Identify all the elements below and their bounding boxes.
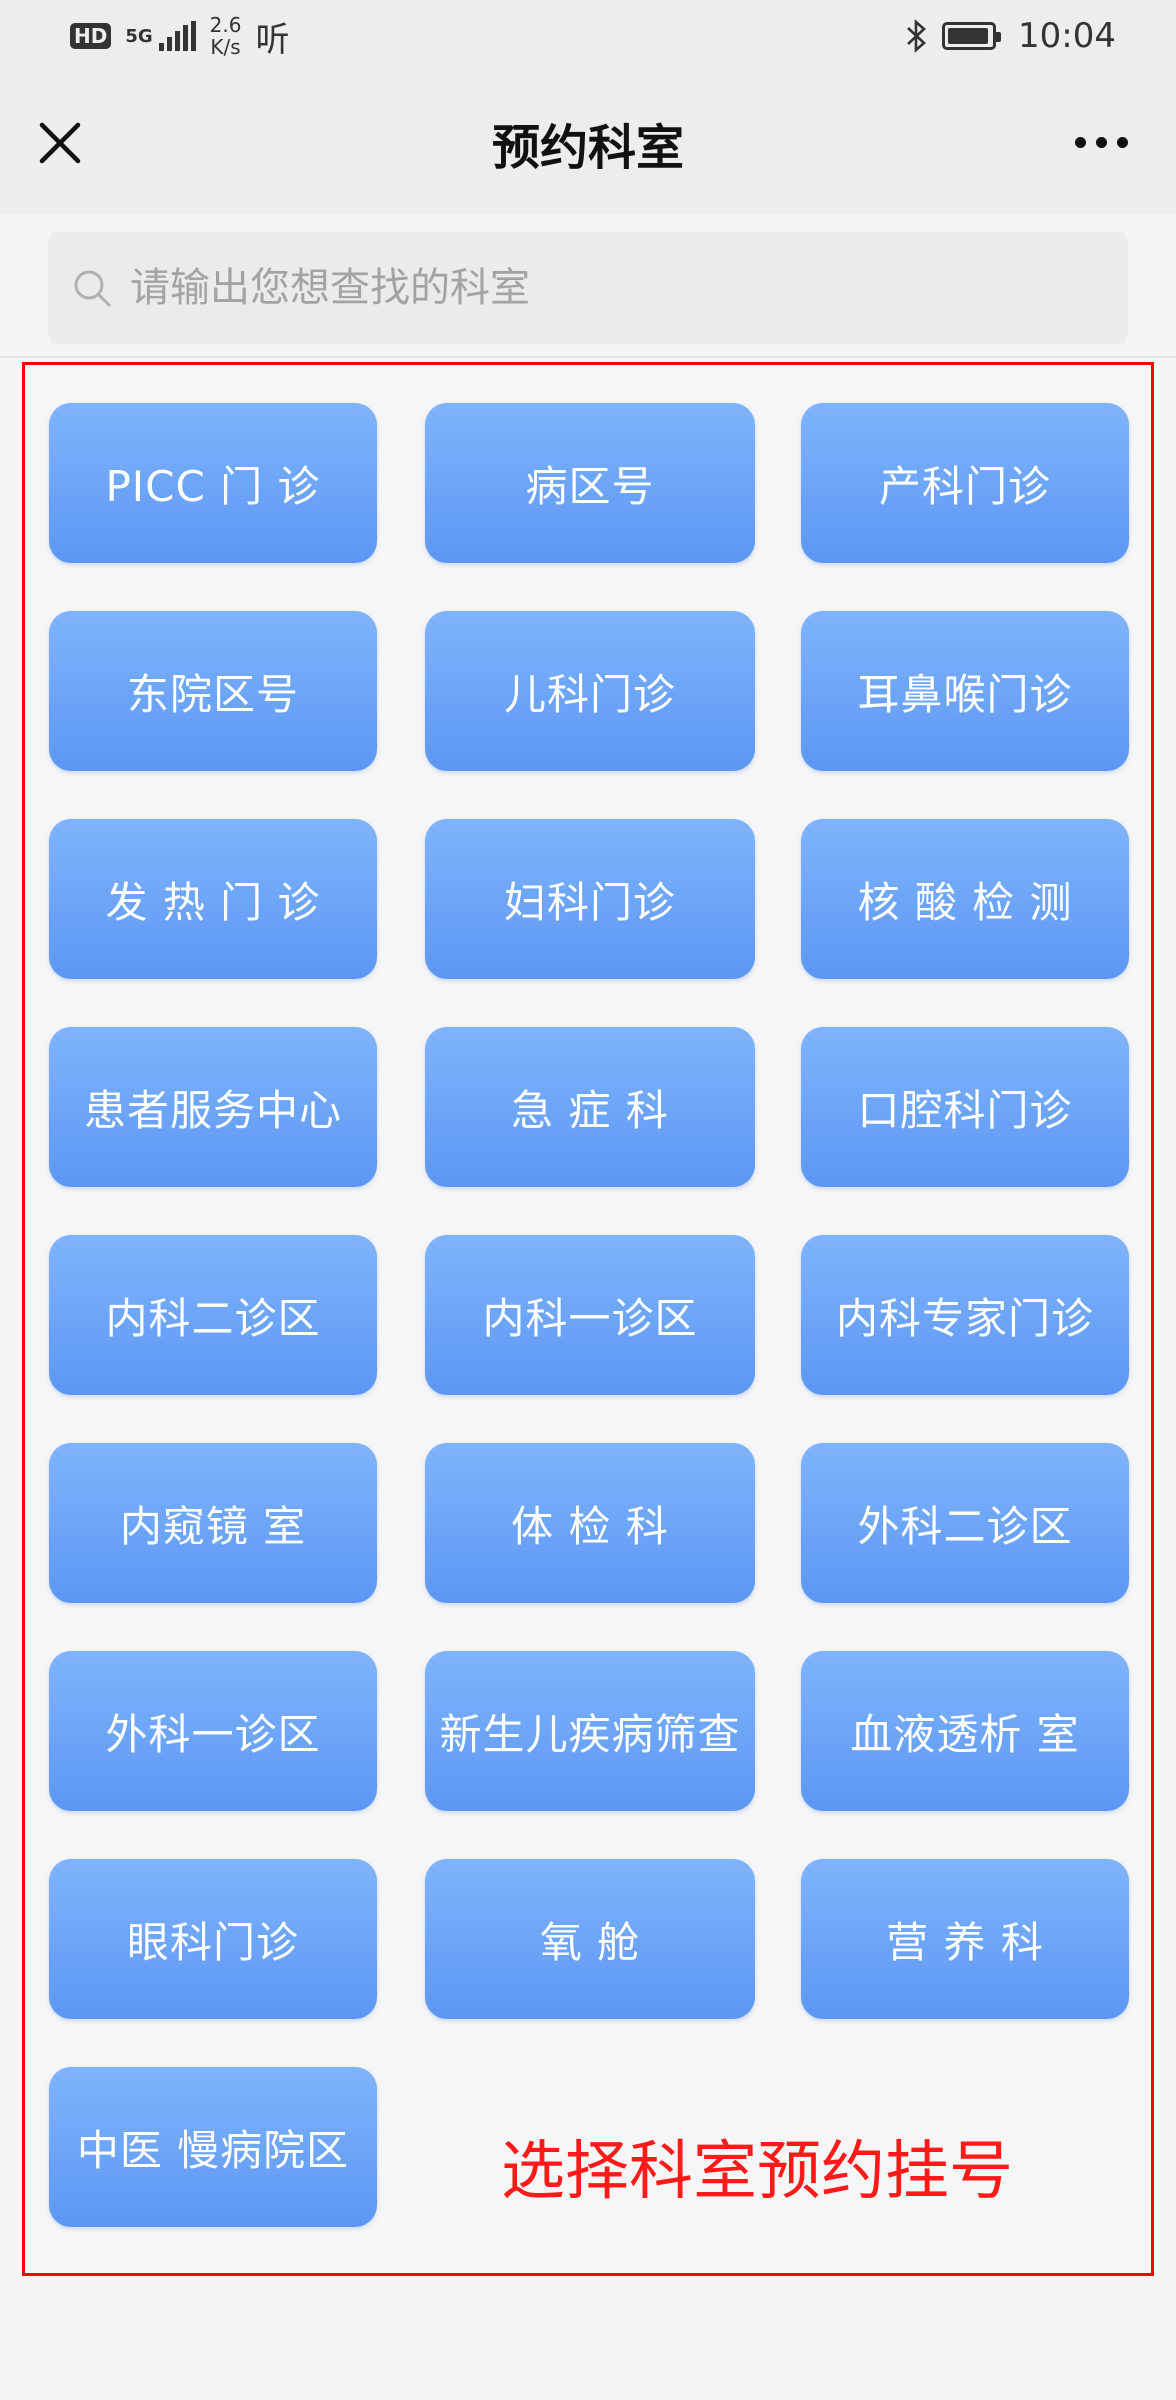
department-button[interactable]: 东院区号 xyxy=(49,611,377,771)
more-dot-icon xyxy=(1116,136,1128,148)
status-bar: HD 5G 2.6 K/s 听 10:04 xyxy=(0,0,1176,72)
department-button[interactable]: 核 酸 检 测 xyxy=(801,819,1129,979)
battery-icon xyxy=(942,22,1002,50)
status-time: 10:04 xyxy=(1018,16,1116,56)
network-type: 5G xyxy=(125,25,153,47)
department-button[interactable]: 眼科门诊 xyxy=(49,1859,377,2019)
department-button[interactable]: 外科二诊区 xyxy=(801,1443,1129,1603)
department-button[interactable]: 妇科门诊 xyxy=(425,819,755,979)
more-button[interactable] xyxy=(1066,112,1136,172)
nav-bar: 预约科室 xyxy=(0,72,1176,214)
page-title: 预约科室 xyxy=(491,120,684,176)
department-button[interactable]: PICC 门 诊 xyxy=(49,403,377,563)
department-button[interactable]: 患者服务中心 xyxy=(49,1027,377,1187)
department-button[interactable]: 内科专家门诊 xyxy=(801,1235,1129,1395)
signal-icon xyxy=(158,21,196,51)
status-bar-left: HD 5G 2.6 K/s 听 xyxy=(70,12,289,61)
department-button[interactable]: 耳鼻喉门诊 xyxy=(801,611,1129,771)
more-dot-icon xyxy=(1074,136,1086,148)
department-grid: PICC 门 诊病区号 产科门诊东院区号 儿科门诊 耳鼻喉门诊发 热 门 诊妇科门诊核… xyxy=(49,403,1129,2227)
department-button[interactable]: 内科一诊区 xyxy=(425,1235,755,1395)
department-button[interactable]: 营 养 科 xyxy=(801,1859,1129,2019)
department-button[interactable]: 儿科门诊 xyxy=(425,611,755,771)
department-button[interactable]: 产科门诊 xyxy=(801,403,1129,563)
department-button[interactable]: 内窥镜 室 xyxy=(49,1443,377,1603)
department-button[interactable]: 内科二诊区 xyxy=(49,1235,377,1395)
department-button[interactable]: 外科一诊区 xyxy=(49,1651,377,1811)
department-button[interactable]: 发 热 门 诊 xyxy=(49,819,377,979)
search-box[interactable] xyxy=(48,232,1128,344)
department-button[interactable]: 急 症 科 xyxy=(425,1027,755,1187)
battery-level xyxy=(948,28,988,44)
department-button[interactable]: 体 检 科 xyxy=(425,1443,755,1603)
department-button[interactable]: 中医 慢病院区 xyxy=(49,2067,377,2227)
department-button[interactable]: 氧 舱 xyxy=(425,1859,755,2019)
annotation-text: 选择科室预约挂号 xyxy=(501,2135,1013,2209)
hd-badge: HD xyxy=(70,23,112,49)
network-speed-value: 2.6 xyxy=(209,13,242,37)
network-speed-unit: K/s xyxy=(210,35,241,59)
department-button[interactable]: 血液透析 室 xyxy=(801,1651,1129,1811)
bluetooth-icon xyxy=(907,19,926,53)
department-button[interactable]: 病区号 xyxy=(425,403,755,563)
department-button[interactable]: 新生儿疾病筛查 xyxy=(425,1651,755,1811)
search-area xyxy=(0,214,1176,358)
department-button[interactable]: 口腔科门诊 xyxy=(801,1027,1129,1187)
listen-indicator: 听 xyxy=(255,19,290,60)
search-icon xyxy=(74,270,111,307)
close-icon xyxy=(39,122,81,164)
network-speed: 2.6 K/s xyxy=(210,14,242,58)
search-input[interactable] xyxy=(130,265,1090,311)
department-panel: PICC 门 诊病区号 产科门诊东院区号 儿科门诊 耳鼻喉门诊发 热 门 诊妇科门诊核… xyxy=(22,362,1154,2276)
more-dot-icon xyxy=(1095,136,1107,148)
close-button[interactable] xyxy=(30,108,90,178)
status-bar-right: 10:04 xyxy=(904,16,1116,56)
